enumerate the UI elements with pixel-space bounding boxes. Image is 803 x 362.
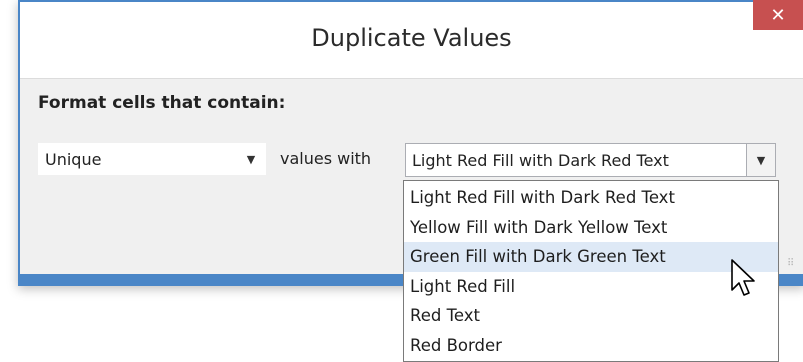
format-style-dropdown-list: Light Red Fill with Dark Red Text Yellow… xyxy=(403,180,779,362)
format-prompt-label: Format cells that contain: xyxy=(38,93,286,113)
list-item[interactable]: Red Border xyxy=(404,331,778,361)
list-item[interactable]: Red Text xyxy=(404,301,778,331)
format-style-select[interactable]: Light Red Fill with Dark Red Text ▼ xyxy=(405,143,776,177)
chevron-down-icon[interactable]: ▼ xyxy=(236,144,265,174)
list-item-hovered[interactable]: Green Fill with Dark Green Text xyxy=(404,242,778,272)
duplicate-type-value: Unique xyxy=(45,149,102,169)
screen: Duplicate Values ✕ Format cells that con… xyxy=(0,0,803,362)
values-with-label: values with xyxy=(280,149,372,168)
list-item[interactable]: Light Red Fill with Dark Red Text xyxy=(404,183,778,213)
list-item[interactable]: Yellow Fill with Dark Yellow Text xyxy=(404,213,778,243)
close-button[interactable]: ✕ xyxy=(753,0,803,30)
chevron-down-icon[interactable]: ▼ xyxy=(746,144,775,176)
title-bar[interactable]: Duplicate Values ✕ xyxy=(18,0,803,78)
close-icon: ✕ xyxy=(770,4,786,26)
duplicate-type-select[interactable]: Unique ▼ xyxy=(38,143,266,175)
mouse-pointer-icon xyxy=(731,259,755,296)
format-style-value: Light Red Fill with Dark Red Text xyxy=(412,150,669,170)
dialog-title: Duplicate Values xyxy=(311,24,512,52)
resize-grip-icon[interactable]: ⠿ xyxy=(787,258,799,270)
list-item[interactable]: Light Red Fill xyxy=(404,272,778,302)
